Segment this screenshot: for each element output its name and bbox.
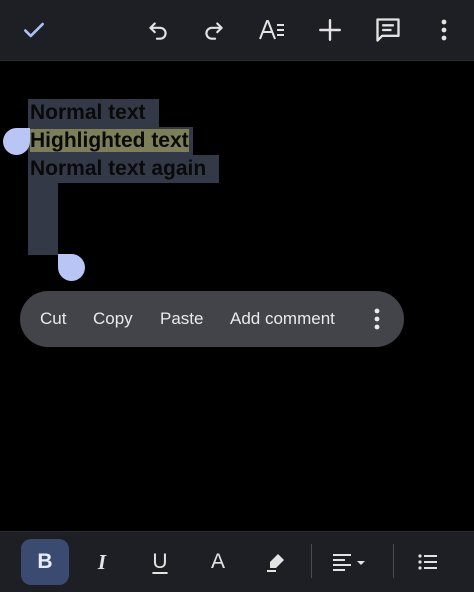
text-context-menu: Cut Copy Paste Add comment (20, 291, 404, 347)
italic-button[interactable]: I (78, 539, 126, 585)
align-dropdown-button[interactable] (326, 539, 374, 585)
more-options-icon[interactable] (370, 305, 384, 333)
highlighted-text: Highlighted text (30, 129, 189, 152)
add-icon[interactable] (306, 6, 354, 54)
toolbar-divider (311, 544, 312, 578)
bold-button[interactable]: B (21, 539, 69, 585)
format-toolbar: B I U A (0, 531, 474, 592)
redo-icon[interactable] (190, 6, 238, 54)
highlighter-icon[interactable] (252, 539, 300, 585)
underline-label: U (152, 550, 168, 573)
more-vert-icon[interactable] (420, 6, 468, 54)
document-line: Normal text (30, 101, 146, 124)
italic-label: I (97, 549, 107, 574)
check-icon[interactable] (10, 6, 58, 54)
document-line: Normal text again (30, 157, 207, 180)
selection-highlight (28, 183, 58, 255)
text-color-label: A (210, 550, 225, 573)
underline-button[interactable]: U (136, 539, 184, 585)
bulleted-list-icon[interactable] (404, 539, 452, 585)
add-comment-menu-item[interactable]: Add comment (230, 291, 335, 347)
selection-end-handle[interactable] (58, 254, 85, 281)
text-format-icon[interactable] (248, 6, 296, 54)
text-color-button[interactable]: A (194, 539, 242, 585)
top-toolbar (0, 0, 474, 61)
copy-menu-item[interactable]: Copy (93, 291, 133, 347)
comment-icon[interactable] (364, 6, 412, 54)
cut-menu-item[interactable]: Cut (40, 291, 66, 347)
selection-start-handle[interactable] (3, 128, 30, 155)
bold-label: B (37, 550, 53, 573)
paste-menu-item[interactable]: Paste (160, 291, 203, 347)
undo-icon[interactable] (134, 6, 182, 54)
toolbar-divider (393, 544, 394, 578)
